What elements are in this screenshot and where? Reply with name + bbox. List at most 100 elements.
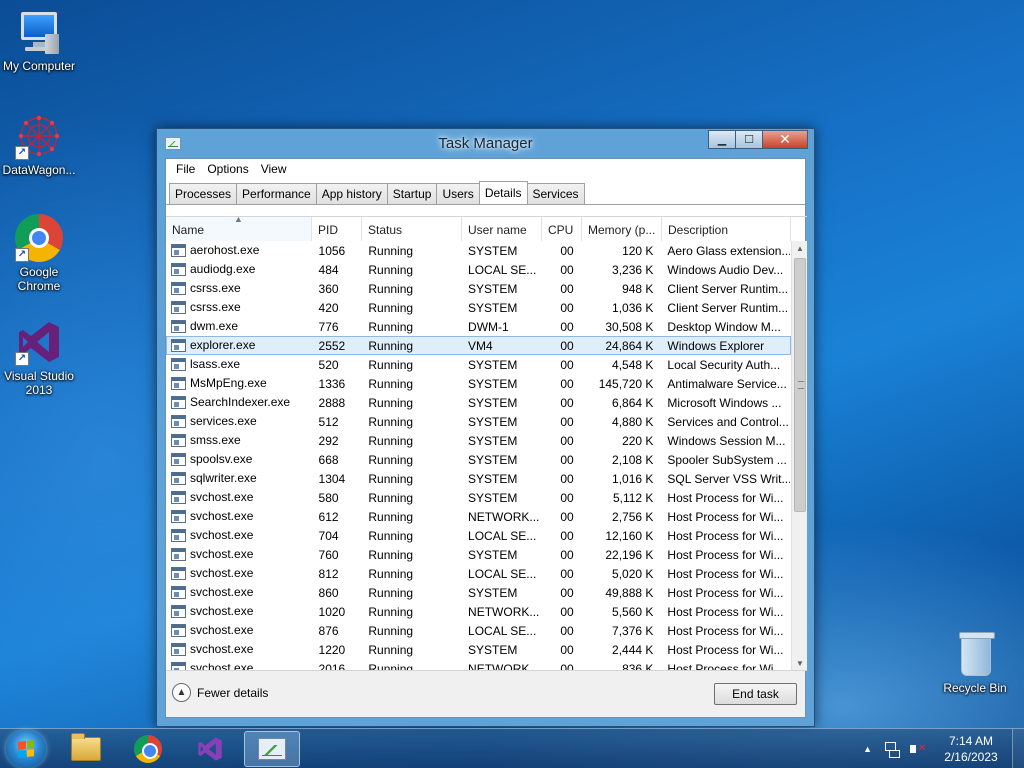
column-header-user-name[interactable]: User name (462, 217, 542, 241)
desktop-icon-datawagon[interactable]: ↗ DataWagon... (0, 112, 78, 177)
close-button[interactable]: ✕ (762, 130, 808, 149)
tab-users[interactable]: Users (436, 183, 480, 204)
tab-processes[interactable]: Processes (169, 183, 238, 204)
cell-cpu: 00 (560, 396, 574, 410)
table-row[interactable]: svchost.exe 760 Running SYSTEM 00 22,196… (166, 545, 791, 564)
table-row[interactable]: csrss.exe 420 Running SYSTEM 00 1,036 K … (166, 298, 791, 317)
show-desktop-button[interactable] (1012, 729, 1024, 768)
windows-logo-icon (18, 740, 34, 758)
maximize-button[interactable]: ☐ (735, 130, 762, 149)
clock[interactable]: 7:14 AM 2/16/2023 (936, 733, 1006, 765)
end-task-button[interactable]: End task (714, 683, 797, 705)
cell-user-name: SYSTEM (468, 301, 518, 315)
column-header-description[interactable]: Description (662, 217, 791, 241)
desktop-icon-my-computer[interactable]: My Computer (0, 8, 78, 73)
table-row[interactable]: audiodg.exe 484 Running LOCAL SE... 00 3… (166, 260, 791, 279)
cell-cpu: 00 (560, 244, 574, 258)
table-body: aerohost.exe 1056 Running SYSTEM 00 120 … (166, 241, 791, 671)
scrollbar-thumb[interactable] (794, 258, 806, 512)
table-row[interactable]: services.exe 512 Running SYSTEM 00 4,880… (166, 412, 791, 431)
cell-description: Host Process for Wi... (667, 548, 784, 562)
table-row[interactable]: sqlwriter.exe 1304 Running SYSTEM 00 1,0… (166, 469, 791, 488)
table-row[interactable]: svchost.exe 704 Running LOCAL SE... 00 1… (166, 526, 791, 545)
table-row[interactable]: svchost.exe 612 Running NETWORK... 00 2,… (166, 507, 791, 526)
table-row[interactable]: csrss.exe 360 Running SYSTEM 00 948 K Cl… (166, 279, 791, 298)
table-row[interactable]: svchost.exe 812 Running LOCAL SE... 00 5… (166, 564, 791, 583)
taskbar-task-manager[interactable] (244, 731, 300, 767)
fewer-details-label: Fewer details (197, 685, 269, 700)
visual-studio-icon (196, 735, 224, 763)
cell-memory: 948 K (622, 282, 654, 296)
table-row[interactable]: MsMpEng.exe 1336 Running SYSTEM 00 145,7… (166, 374, 791, 393)
desktop-icon-recycle-bin[interactable]: Recycle Bin (936, 630, 1014, 695)
table-row[interactable]: spoolsv.exe 668 Running SYSTEM 00 2,108 … (166, 450, 791, 469)
fewer-details-toggle[interactable]: ▲ Fewer details (172, 683, 268, 702)
process-icon (171, 301, 186, 314)
table-row[interactable]: dwm.exe 776 Running DWM-1 00 30,508 K De… (166, 317, 791, 336)
process-icon (171, 662, 186, 670)
table-row[interactable]: svchost.exe 2016 Running NETWORK... 00 8… (166, 659, 791, 671)
taskbar-chrome[interactable] (120, 731, 176, 767)
table-row[interactable]: svchost.exe 1020 Running NETWORK... 00 5… (166, 602, 791, 621)
cell-user-name: SYSTEM (468, 643, 518, 657)
cell-memory: 5,560 K (612, 605, 654, 619)
shortcut-arrow-icon: ↗ (15, 248, 29, 262)
tab-services[interactable]: Services (526, 183, 585, 204)
cell-description: Host Process for Wi... (667, 643, 784, 657)
tab-performance[interactable]: Performance (236, 183, 317, 204)
cell-memory: 2,444 K (612, 643, 654, 657)
cell-name: svchost.exe (167, 660, 313, 671)
show-hidden-icons-icon[interactable]: ▲ (863, 744, 872, 754)
folder-icon (71, 733, 101, 761)
table-row[interactable]: lsass.exe 520 Running SYSTEM 00 4,548 K … (166, 355, 791, 374)
cell-user-name: NETWORK... (468, 510, 540, 524)
table-row[interactable]: svchost.exe 860 Running SYSTEM 00 49,888… (166, 583, 791, 602)
process-name: svchost.exe (190, 661, 254, 671)
cell-user-name: LOCAL SE... (468, 567, 537, 581)
desktop-icon-visual-studio[interactable]: ↗ Visual Studio 2013 (0, 318, 78, 397)
title-bar[interactable]: Task Manager ▁ ☐ ✕ (157, 129, 814, 158)
cell-pid: 360 (318, 282, 339, 296)
tab-app-history[interactable]: App history (315, 183, 388, 204)
column-header-pid[interactable]: PID (312, 217, 362, 241)
scroll-down-icon[interactable]: ▼ (792, 656, 807, 670)
table-row[interactable]: svchost.exe 580 Running SYSTEM 00 5,112 … (166, 488, 791, 507)
cell-cpu: 00 (560, 586, 574, 600)
column-header-name[interactable]: ▲ Name (166, 217, 312, 241)
cell-description: Host Process for Wi... (667, 529, 784, 543)
cell-cpu: 00 (560, 643, 574, 657)
tab-details[interactable]: Details (478, 181, 528, 204)
taskbar-visual-studio[interactable] (182, 731, 238, 767)
scroll-up-icon[interactable]: ▲ (792, 241, 807, 257)
menu-file[interactable]: File (170, 159, 201, 181)
volume-muted-icon[interactable] (910, 741, 926, 757)
column-header-cpu[interactable]: CPU (542, 217, 582, 241)
tab-startup[interactable]: Startup (386, 183, 438, 204)
column-header-memory[interactable]: Memory (p... (582, 217, 662, 241)
network-icon[interactable] (884, 741, 900, 758)
table-row[interactable]: svchost.exe 876 Running LOCAL SE... 00 7… (166, 621, 791, 640)
menu-options[interactable]: Options (201, 159, 254, 181)
table-row[interactable]: SearchIndexer.exe 2888 Running SYSTEM 00… (166, 393, 791, 412)
cell-cpu: 00 (560, 320, 574, 334)
cell-name: svchost.exe (167, 622, 313, 639)
table-row[interactable]: explorer.exe 2552 Running VM4 00 24,864 … (166, 336, 791, 355)
cell-user-name: SYSTEM (468, 377, 518, 391)
vertical-scrollbar[interactable]: ▲ ▼ (791, 241, 807, 670)
tab-divider (166, 204, 805, 205)
cell-pid: 1220 (318, 643, 346, 657)
table-row[interactable]: svchost.exe 1220 Running SYSTEM 00 2,444… (166, 640, 791, 659)
table-row[interactable]: smss.exe 292 Running SYSTEM 00 220 K Win… (166, 431, 791, 450)
start-button[interactable] (6, 730, 46, 768)
column-header-status[interactable]: Status (362, 217, 462, 241)
cell-name: svchost.exe (167, 508, 313, 525)
cell-description: Windows Session M... (667, 434, 786, 448)
cell-pid: 580 (318, 491, 339, 505)
table-row[interactable]: aerohost.exe 1056 Running SYSTEM 00 120 … (166, 241, 791, 260)
footer-bar: ▲ Fewer details End task (166, 671, 805, 717)
process-table: ▲ Name PID Status User name CPU Memory (… (166, 216, 807, 671)
minimize-button[interactable]: ▁ (708, 130, 735, 149)
menu-view[interactable]: View (255, 159, 293, 181)
desktop-icon-google-chrome[interactable]: ↗ Google Chrome (0, 214, 78, 293)
taskbar-explorer[interactable] (58, 731, 114, 767)
